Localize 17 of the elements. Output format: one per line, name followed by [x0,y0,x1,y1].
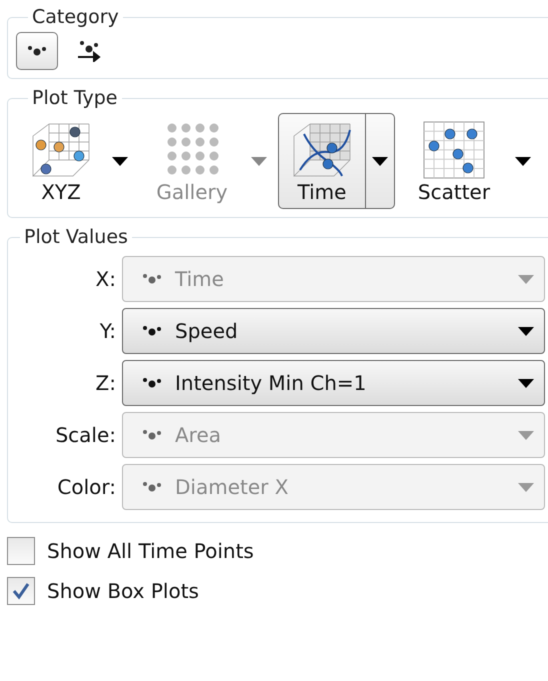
group-title: Plot Type [31,87,118,109]
field-label: X: [94,267,116,291]
value-dropdown[interactable]: Speed [122,308,545,354]
field-label: Y: [98,319,116,343]
field-label: Color: [56,475,116,499]
field-label: Z: [94,371,116,395]
group-title: Plot Values [23,226,129,248]
field-label: Scale: [54,423,116,447]
option-checkbox[interactable]: Show All Time Points [7,531,548,571]
plot-type-button[interactable]: Scatter [399,113,538,209]
checkbox-label: Show All Time Points [47,539,254,563]
plot-type-button[interactable]: XYZ [16,113,135,209]
value-dropdown[interactable]: Intensity Min Ch=1 [122,360,545,406]
checkbox-label: Show Box Plots [47,579,199,603]
plot-type-button[interactable]: Time [278,113,395,209]
group-title: Category [31,6,120,28]
option-checkbox[interactable]: Show Box Plots [7,571,548,611]
